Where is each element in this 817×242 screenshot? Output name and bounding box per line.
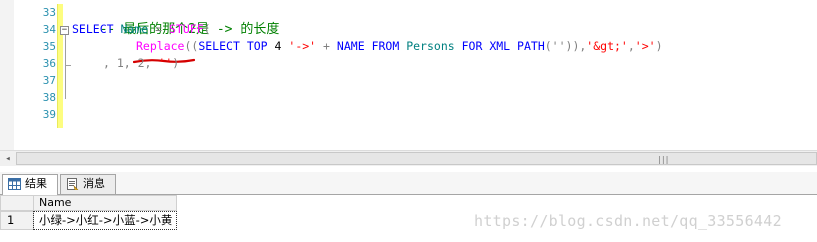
change-tracking-bar <box>57 4 63 128</box>
tab-messages[interactable]: 消息 <box>60 174 116 194</box>
grip-icon: ||| <box>657 155 669 164</box>
sql-keyword: SELECT <box>198 39 240 53</box>
sql-keyword: TOP <box>246 39 268 53</box>
sql-table: Persons <box>406 39 455 53</box>
sql-operator: = <box>155 22 163 36</box>
sql-string: '>' <box>634 39 656 53</box>
code-line-35: Replace((SELECT TOP 4 '->' + NAME FROM P… <box>136 38 663 55</box>
code-line-33: -- 最后的那个2是 -> 的长度 <box>72 4 280 37</box>
sql-comma: , <box>627 39 635 53</box>
sql-paren: ('')), <box>544 39 587 53</box>
sql-string: '->' <box>288 39 317 53</box>
scrollbar-thumb[interactable]: ||| <box>16 152 817 165</box>
selection-margin <box>0 0 14 150</box>
query-editor[interactable]: 33 34 35 36 37 38 39 − -- 最后的那个2是 -> 的长度… <box>0 0 817 150</box>
sql-string: '&gt;' <box>586 39 628 53</box>
sql-function: Replace <box>136 39 185 53</box>
code-line-36: , 1, 2, '') <box>103 55 179 72</box>
sql-keyword: SELECT <box>72 22 114 36</box>
column-header-name[interactable]: Name <box>33 195 177 211</box>
sql-arguments: , 1, 2, <box>103 56 159 70</box>
watermark-text: https://blog.csdn.net/qq_33556442 <box>474 212 782 230</box>
sql-keyword: XML <box>489 39 511 53</box>
outline-end-tick <box>65 65 71 66</box>
line-number: 39 <box>42 108 56 121</box>
sql-identifier: Name <box>120 22 149 36</box>
sql-function: STUFF <box>169 22 204 36</box>
sql-keyword: PATH <box>517 39 545 53</box>
sql-keyword: NAME <box>336 39 365 53</box>
row-header-corner[interactable] <box>0 195 34 211</box>
results-tabbar: 结果 消息 <box>0 172 817 195</box>
line-number-gutter: 33 34 35 36 37 38 39 <box>14 0 60 150</box>
grid-icon <box>8 178 21 190</box>
results-pane: 结果 消息 Name 1 小绿->小红->小蓝->小黄 <box>0 166 817 242</box>
horizontal-scrollbar[interactable]: ◂ ||| <box>0 150 817 166</box>
line-number: 38 <box>42 91 56 104</box>
sql-keyword: FROM <box>371 39 400 53</box>
line-number: 37 <box>42 74 56 87</box>
sql-operator: + <box>323 39 330 53</box>
sql-keyword: FOR <box>461 39 483 53</box>
tab-results[interactable]: 结果 <box>2 174 58 195</box>
sql-paren: (( <box>184 39 199 53</box>
sql-paren: ) <box>172 56 180 70</box>
code-line-34: SELECT Name = STUFF( <box>72 21 211 38</box>
outline-rail <box>65 33 66 99</box>
row-number[interactable]: 1 <box>0 211 34 230</box>
sql-number: 4 <box>274 39 282 53</box>
sql-paren: ) <box>655 39 663 53</box>
line-number: 33 <box>42 6 56 19</box>
line-number: 36 <box>42 57 56 70</box>
sql-string: '' <box>158 56 173 70</box>
message-icon <box>67 178 79 190</box>
collapse-icon[interactable]: − <box>60 26 69 35</box>
table-cell-name[interactable]: 小绿->小红->小蓝->小黄 <box>33 211 177 230</box>
scroll-left-icon[interactable]: ◂ <box>2 152 14 166</box>
sql-paren: ( <box>203 22 211 36</box>
line-number: 34 <box>42 23 56 36</box>
tab-label: 结果 <box>25 177 47 190</box>
line-number: 35 <box>42 40 56 53</box>
tab-label: 消息 <box>83 177 105 190</box>
